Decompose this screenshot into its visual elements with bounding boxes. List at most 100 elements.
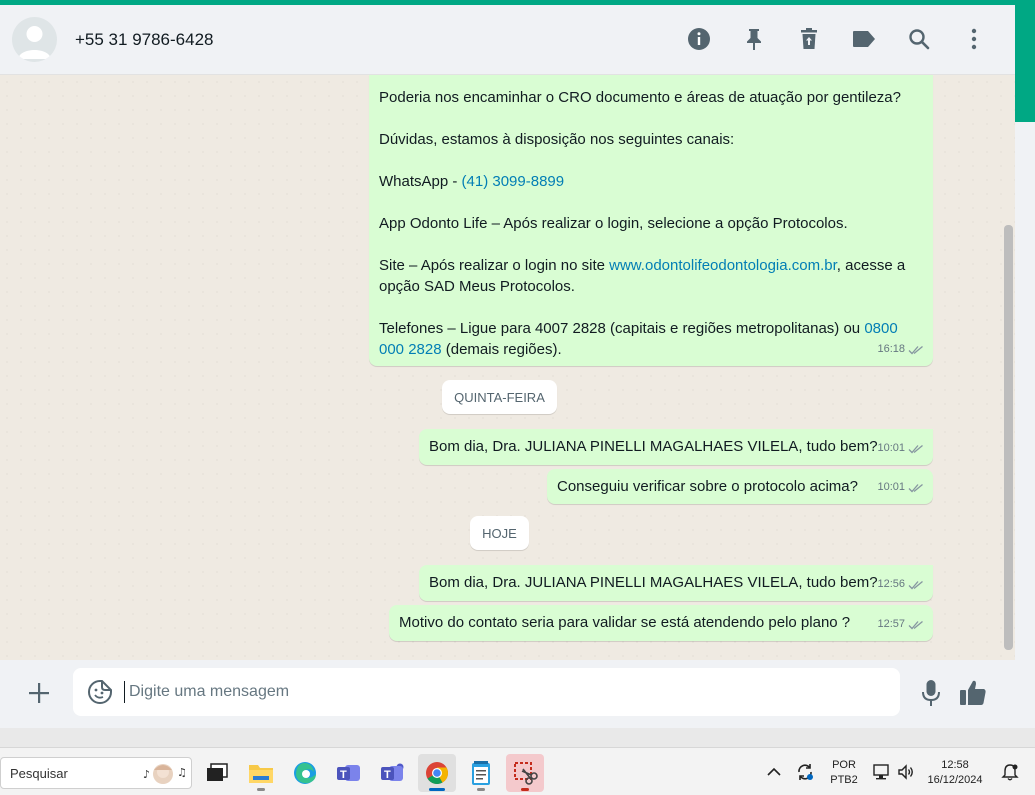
notepad-icon xyxy=(472,761,490,785)
message-meta: 16:18 xyxy=(877,339,924,360)
default-avatar-icon xyxy=(18,26,51,59)
network-icon[interactable] xyxy=(872,762,892,782)
message-text: Poderia nos encaminhar o CRO documento e… xyxy=(379,89,901,106)
message-bubble-outgoing[interactable]: Motivo do contato seria para validar se … xyxy=(389,605,933,641)
delete-icon[interactable] xyxy=(796,26,822,52)
running-indicator xyxy=(477,788,485,791)
phone-link[interactable]: (41) 3099-8899 xyxy=(462,173,565,190)
label-icon[interactable] xyxy=(851,26,877,52)
double-check-icon xyxy=(908,620,923,629)
message-text: Dúvidas, estamos à disposição nos seguin… xyxy=(379,131,735,148)
folder-icon xyxy=(249,765,273,783)
message-text-segment: Site – Após realizar o login no site xyxy=(379,257,610,274)
whatsapp-window: +55 31 9786-6428 Poderia nos encaminhar … xyxy=(0,5,1015,728)
message-text: Site – Após realizar o login no site www… xyxy=(379,255,913,297)
sticker-button[interactable] xyxy=(87,679,113,705)
search-icon[interactable] xyxy=(906,26,932,52)
message-time: 16:18 xyxy=(877,343,905,355)
message-text: App Odonto Life – Após realizar o login,… xyxy=(379,215,848,232)
avatar[interactable] xyxy=(12,17,57,62)
volume-icon[interactable] xyxy=(896,762,916,782)
message-time: 12:57 xyxy=(877,618,905,630)
snipping-tool-button[interactable] xyxy=(506,754,544,792)
message-time: 10:01 xyxy=(877,442,905,454)
chat-scrollbar[interactable] xyxy=(1004,225,1013,650)
message-text: Telefones – Ligue para 4007 2828 (capita… xyxy=(379,318,913,360)
clock[interactable]: 12:58 16/12/2024 xyxy=(925,758,985,788)
active-indicator xyxy=(429,788,445,791)
message-meta: 10:01 xyxy=(877,438,924,459)
pin-icon[interactable] xyxy=(741,26,767,52)
date-separator: QUINTA-FEIRA xyxy=(442,380,557,414)
sticker-icon xyxy=(88,680,112,704)
message-meta: 12:56 xyxy=(877,574,924,595)
message-text: WhatsApp - (41) 3099-8899 xyxy=(379,171,913,192)
edge-icon xyxy=(294,762,316,784)
svg-text:T: T xyxy=(384,769,391,781)
svg-text:♪: ♪ xyxy=(143,768,150,781)
desktop-accent-side xyxy=(1015,0,1035,122)
message-meta: 12:57 xyxy=(877,614,924,635)
svg-text:♫: ♫ xyxy=(177,766,187,779)
compose-bar: Digite uma mensagem xyxy=(0,660,1015,728)
message-placeholder: Digite uma mensagem xyxy=(129,683,290,700)
website-link[interactable]: www.odontolifeodontologia.com.br xyxy=(609,257,837,274)
snipping-tool-icon xyxy=(514,762,538,785)
teams-classic-icon: T xyxy=(381,763,404,781)
keyboard-layout: PTB2 xyxy=(830,774,858,786)
chrome-button[interactable] xyxy=(418,754,456,792)
running-indicator xyxy=(257,788,265,791)
teams-button[interactable]: T xyxy=(330,754,368,792)
message-text-segment: (demais regiões). xyxy=(441,341,562,358)
sync-icon[interactable] xyxy=(795,762,815,782)
task-view-icon xyxy=(207,763,228,781)
chrome-icon xyxy=(426,762,448,784)
notepad-button[interactable] xyxy=(462,754,500,792)
message-bubble-outgoing[interactable]: Conseguiu verificar sobre o protocolo ac… xyxy=(547,469,933,504)
message-bubble-outgoing[interactable]: Poderia nos encaminhar o CRO documento e… xyxy=(369,75,933,366)
clock-date: 16/12/2024 xyxy=(927,774,983,786)
message-meta: 10:01 xyxy=(877,477,924,498)
message-time: 12:56 xyxy=(877,578,905,590)
desktop-background xyxy=(1015,122,1035,728)
voice-record-button[interactable] xyxy=(918,678,944,708)
double-check-icon xyxy=(908,444,923,453)
teams-icon: T xyxy=(337,765,360,781)
clock-time: 12:58 xyxy=(941,759,969,771)
input-language[interactable]: POR PTB2 xyxy=(826,758,862,788)
double-check-icon xyxy=(908,483,923,492)
message-text-segment: Telefones – Ligue para 4007 2828 (capita… xyxy=(379,320,865,337)
menu-icon[interactable] xyxy=(961,26,987,52)
message-bubble-outgoing[interactable]: Bom dia, Dra. JULIANA PINELLI MAGALHAES … xyxy=(419,565,933,601)
file-explorer-button[interactable] xyxy=(242,754,280,792)
task-view-button[interactable] xyxy=(198,754,236,792)
language-code: POR xyxy=(832,759,856,771)
date-separator: HOJE xyxy=(470,516,529,550)
contact-name[interactable]: +55 31 9786-6428 xyxy=(75,30,214,50)
message-time: 10:01 xyxy=(877,481,905,493)
thumbs-up-button[interactable] xyxy=(958,678,990,710)
teams-classic-button[interactable]: T xyxy=(374,754,412,792)
taskbar-search[interactable]: Pesquisar ♪ ♫ xyxy=(0,757,192,789)
edge-button[interactable] xyxy=(286,754,324,792)
message-text: Motivo do contato seria para validar se … xyxy=(399,614,851,631)
chat-messages-area[interactable]: Poderia nos encaminhar o CRO documento e… xyxy=(0,75,1015,660)
chevron-up-icon[interactable] xyxy=(764,762,784,782)
double-check-icon xyxy=(908,580,923,589)
message-text: Bom dia, Dra. JULIANA PINELLI MAGALHAES … xyxy=(429,438,878,455)
text-caret xyxy=(124,681,125,703)
running-indicator xyxy=(521,788,529,791)
taskbar-search-label: Pesquisar xyxy=(10,766,68,781)
notification-bell-icon[interactable] xyxy=(1000,762,1020,782)
chat-header: +55 31 9786-6428 xyxy=(0,5,1015,75)
microphone-icon xyxy=(922,680,940,706)
message-text: Conseguiu verificar sobre o protocolo ac… xyxy=(557,478,858,495)
search-highlight-icon: ♪ ♫ xyxy=(143,764,187,784)
windows-taskbar: Pesquisar ♪ ♫ T T POR PTB2 12:58 16/12/2… xyxy=(0,747,1035,795)
info-icon[interactable] xyxy=(686,26,712,52)
message-input[interactable]: Digite uma mensagem xyxy=(73,668,900,716)
svg-text:T: T xyxy=(340,769,347,781)
double-check-icon xyxy=(908,345,923,354)
message-bubble-outgoing[interactable]: Bom dia, Dra. JULIANA PINELLI MAGALHAES … xyxy=(419,429,933,465)
attach-button[interactable] xyxy=(24,678,54,708)
